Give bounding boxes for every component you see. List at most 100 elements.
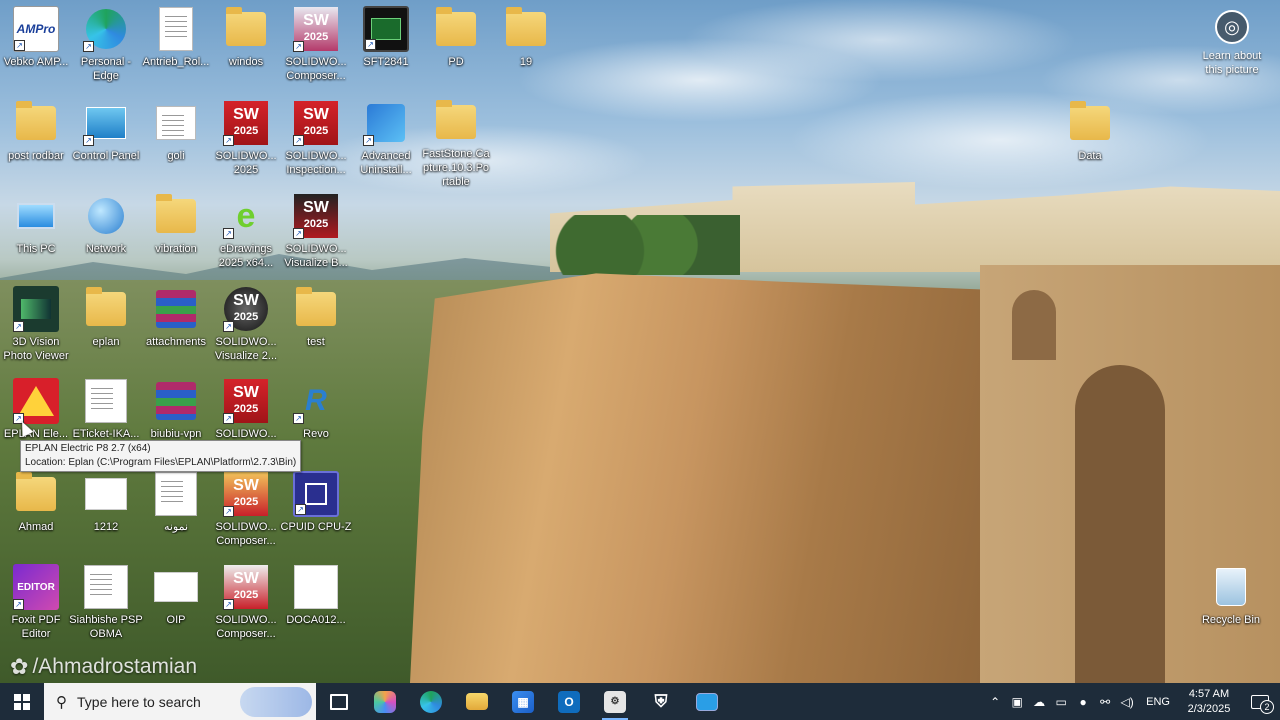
folder-icon xyxy=(83,286,129,332)
battery-icon[interactable]: ▭ xyxy=(1050,695,1072,709)
cpu-z-icon: ↗ xyxy=(293,471,339,517)
desktop-icon-label: FastStone.Ca pture.10.3.Po rtable xyxy=(422,148,490,188)
desktop-icon-network[interactable]: Network xyxy=(70,193,142,281)
desktop-icon-edge[interactable]: ↗ Personal - Edge xyxy=(70,6,142,94)
desktop-icon-eplan-folder[interactable]: eplan xyxy=(70,286,142,374)
document-icon xyxy=(153,471,199,517)
document-icon xyxy=(153,100,199,146)
document-icon xyxy=(293,564,339,610)
app-window-icon xyxy=(696,692,718,711)
desktop-icon-label: نمونه xyxy=(163,521,189,533)
desktop-icon-data[interactable]: Data xyxy=(1054,100,1126,188)
desktop-icon-this-pc[interactable]: This PC xyxy=(0,193,72,281)
desktop-icon-edrawings[interactable]: e ↗ eDrawings 2025 x64... xyxy=(210,193,282,281)
wallpaper-cliff xyxy=(410,273,1030,683)
desktop-icon-label: SOLIDWO... Visualize B... xyxy=(284,243,348,269)
desktop-icon-label: SOLIDWO... Composer... xyxy=(285,56,347,82)
camera-icon: ◎ xyxy=(1215,10,1249,44)
desktop-icon-label: Network xyxy=(85,243,127,255)
winrar-icon xyxy=(153,286,199,332)
desktop-icon-solidworks-inspection[interactable]: SW 2025 ↗ SOLIDWO... Inspection... xyxy=(280,100,352,188)
desktop-icon-faststone[interactable]: FastStone.Ca pture.10.3.Po rtable xyxy=(420,100,492,188)
watermark: ✿ /Ahmadrostamian xyxy=(10,654,197,680)
wallpaper-bridge-window xyxy=(1012,290,1056,360)
desktop-icon-19[interactable]: 19 xyxy=(490,6,562,94)
desktop-icon-pd[interactable]: PD xyxy=(420,6,492,94)
folder-icon xyxy=(293,286,339,332)
search-highlight-art xyxy=(240,687,312,717)
desktop-icon-label: eplan xyxy=(92,336,120,348)
desktop-icon-label: Data xyxy=(1078,150,1102,162)
desktop-icon-cpu-z[interactable]: ↗ CPUID CPU-Z xyxy=(280,471,352,559)
desktop-icon-antrieb[interactable]: Antrieb_Rol... xyxy=(140,6,212,94)
desktop-icon-sft2841[interactable]: ↗ SFT2841 xyxy=(350,6,422,94)
file-explorer-button[interactable] xyxy=(454,683,500,720)
microphone-icon[interactable]: ● xyxy=(1072,695,1094,709)
desktop-icon-recycle-bin[interactable]: Recycle Bin xyxy=(1195,564,1267,652)
folder-icon xyxy=(13,100,59,146)
chevron-up-icon[interactable]: ⌃ xyxy=(984,695,1006,709)
learn-about-picture-label: Learn about this picture xyxy=(1202,50,1262,76)
desktop-icon-solidworks-visualize-2[interactable]: SW 2025 ↗ SOLIDWO... Visualize 2... xyxy=(210,286,282,374)
desktop-icon-label: SOLIDWO... Composer... xyxy=(215,521,277,547)
desktop-icon-1212[interactable]: 1212 xyxy=(70,471,142,559)
desktop-icon-solidworks-visualize-b[interactable]: SW 2025 ↗ SOLIDWO... Visualize B... xyxy=(280,193,352,281)
network-icon[interactable]: ⚯ xyxy=(1094,695,1116,709)
desktop-icon-doca012[interactable]: DOCA012... xyxy=(280,564,352,652)
desktop-icon-ahmad[interactable]: Ahmad xyxy=(0,471,72,559)
volume-icon[interactable]: ◁) xyxy=(1116,695,1138,709)
desktop-icon-label: attachments xyxy=(146,336,206,348)
desktop-icon-windos[interactable]: windos xyxy=(210,6,282,94)
start-button[interactable] xyxy=(0,683,44,720)
app-button[interactable] xyxy=(684,683,730,720)
learn-about-picture-button[interactable]: ◎ Learn about this picture xyxy=(1196,10,1268,77)
solidworks-inspection-icon: SW 2025 ↗ xyxy=(293,100,339,146)
desktop-icon-3d-vision[interactable]: ↗ 3D Vision Photo Viewer xyxy=(0,286,72,374)
desktop-icon-solidworks-composer-1[interactable]: SW 2025 ↗ SOLIDWO... Composer... xyxy=(280,6,352,94)
desktop-icon-solidworks-composer-2[interactable]: SW 2025 ↗ SOLIDWO... Composer... xyxy=(210,471,282,559)
desktop-icon-vibration[interactable]: vibration xyxy=(140,193,212,281)
solidworks-visualize-icon: SW 2025 ↗ xyxy=(293,193,339,239)
edge-button[interactable] xyxy=(408,683,454,720)
desktop-icon-advanced-uninstaller[interactable]: ↗ Advanced Uninstall... xyxy=(350,100,422,188)
taskbar: ⚲ Type here to search ▦ O ⚙ ⛨ ⌃ ▣ ☁ ▭ ● … xyxy=(0,683,1280,720)
copilot-button[interactable] xyxy=(362,683,408,720)
desktop-icon-foxit[interactable]: EDITOR ↗ Foxit PDF Editor xyxy=(0,564,72,652)
notification-center-button[interactable]: 2 xyxy=(1240,683,1280,720)
image-icon xyxy=(153,564,199,610)
security-button[interactable]: ⛨ xyxy=(638,683,684,720)
desktop-icon-siahbishe[interactable]: Siahbishe PSP OBMA xyxy=(69,564,143,652)
desktop-icon-label: SOLIDWO... 2025 xyxy=(215,150,277,176)
taskbar-search[interactable]: ⚲ Type here to search xyxy=(44,683,316,720)
language-indicator[interactable]: ENG xyxy=(1138,696,1178,708)
desktop-icon-label: Control Panel xyxy=(72,150,140,162)
desktop-icon-solidworks-composer-3[interactable]: SW 2025 ↗ SOLIDWO... Composer... xyxy=(210,564,282,652)
desktop-icon-label: PD xyxy=(448,56,464,68)
task-view-button[interactable] xyxy=(316,683,362,720)
clock-date: 2/3/2025 xyxy=(1187,702,1231,715)
document-icon xyxy=(83,564,129,610)
store-button[interactable]: ▦ xyxy=(500,683,546,720)
desktop-icon-attachments[interactable]: attachments xyxy=(140,286,212,374)
clock[interactable]: 4:57 AM 2/3/2025 xyxy=(1178,687,1240,717)
desktop-icon-post-rodbar[interactable]: post rodbar xyxy=(0,100,72,188)
desktop-icon-oip[interactable]: OIP xyxy=(140,564,212,652)
desktop-icon-vebko-amp[interactable]: AMPro ↗ Vebko AMP... xyxy=(0,6,72,94)
tray-app-icon[interactable]: ▣ xyxy=(1006,695,1028,709)
desktop-icon-goli[interactable]: goli xyxy=(140,100,212,188)
foxit-icon: EDITOR ↗ xyxy=(13,564,59,610)
outlook-button[interactable]: O xyxy=(546,683,592,720)
desktop-icon-control-panel[interactable]: ↗ Control Panel xyxy=(70,100,142,188)
store-icon: ▦ xyxy=(512,690,534,713)
tooltip-location: Location: Eplan (C:\Program Files\EPLAN\… xyxy=(25,457,297,468)
recycle-bin-icon xyxy=(1208,564,1254,610)
desktop-icon-solidworks-2025[interactable]: SW 2025 ↗ SOLIDWO... 2025 xyxy=(210,100,282,188)
desktop-icon-label: OIP xyxy=(166,614,186,626)
desktop-icon-label: Ahmad xyxy=(18,521,54,533)
desktop-icon-test[interactable]: test xyxy=(280,286,352,374)
wallpaper-trees xyxy=(540,215,740,275)
eplan-taskbar-button[interactable]: ⚙ xyxy=(592,683,638,720)
desktop-wallpaper[interactable]: AMPro ↗ Vebko AMP... ↗ Personal - Edge An… xyxy=(0,0,1280,683)
cloud-icon[interactable]: ☁ xyxy=(1028,695,1050,709)
desktop-icon-nemouneh[interactable]: نمونه xyxy=(140,471,212,559)
